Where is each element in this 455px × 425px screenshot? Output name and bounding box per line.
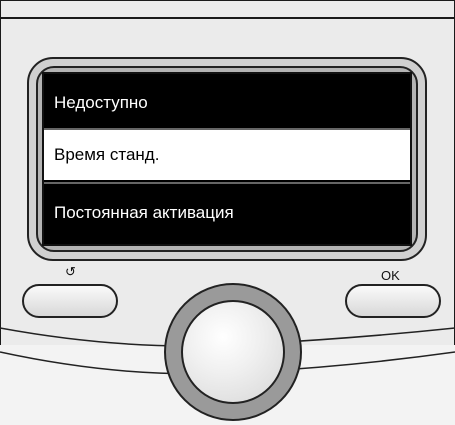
- menu-item-standby-time[interactable]: Время станд.: [44, 130, 410, 180]
- display-screen: Недоступно Время станд. Постоянная актив…: [42, 72, 412, 246]
- menu-divider: [44, 182, 410, 184]
- rotary-dial[interactable]: [181, 300, 285, 404]
- ok-label: OK: [381, 268, 400, 283]
- menu-item-unavailable[interactable]: Недоступно: [44, 78, 410, 128]
- back-icon: ↺: [65, 264, 76, 279]
- menu-item-label: Постоянная активация: [54, 203, 234, 222]
- menu-item-permanent-activation[interactable]: Постоянная активация: [44, 188, 410, 238]
- ok-button[interactable]: [345, 284, 441, 318]
- back-button[interactable]: [22, 284, 118, 318]
- thermostat-panel: Недоступно Время станд. Постоянная актив…: [0, 0, 455, 425]
- menu-item-label: Время станд.: [54, 145, 160, 164]
- menu-item-label: Недоступно: [54, 93, 148, 112]
